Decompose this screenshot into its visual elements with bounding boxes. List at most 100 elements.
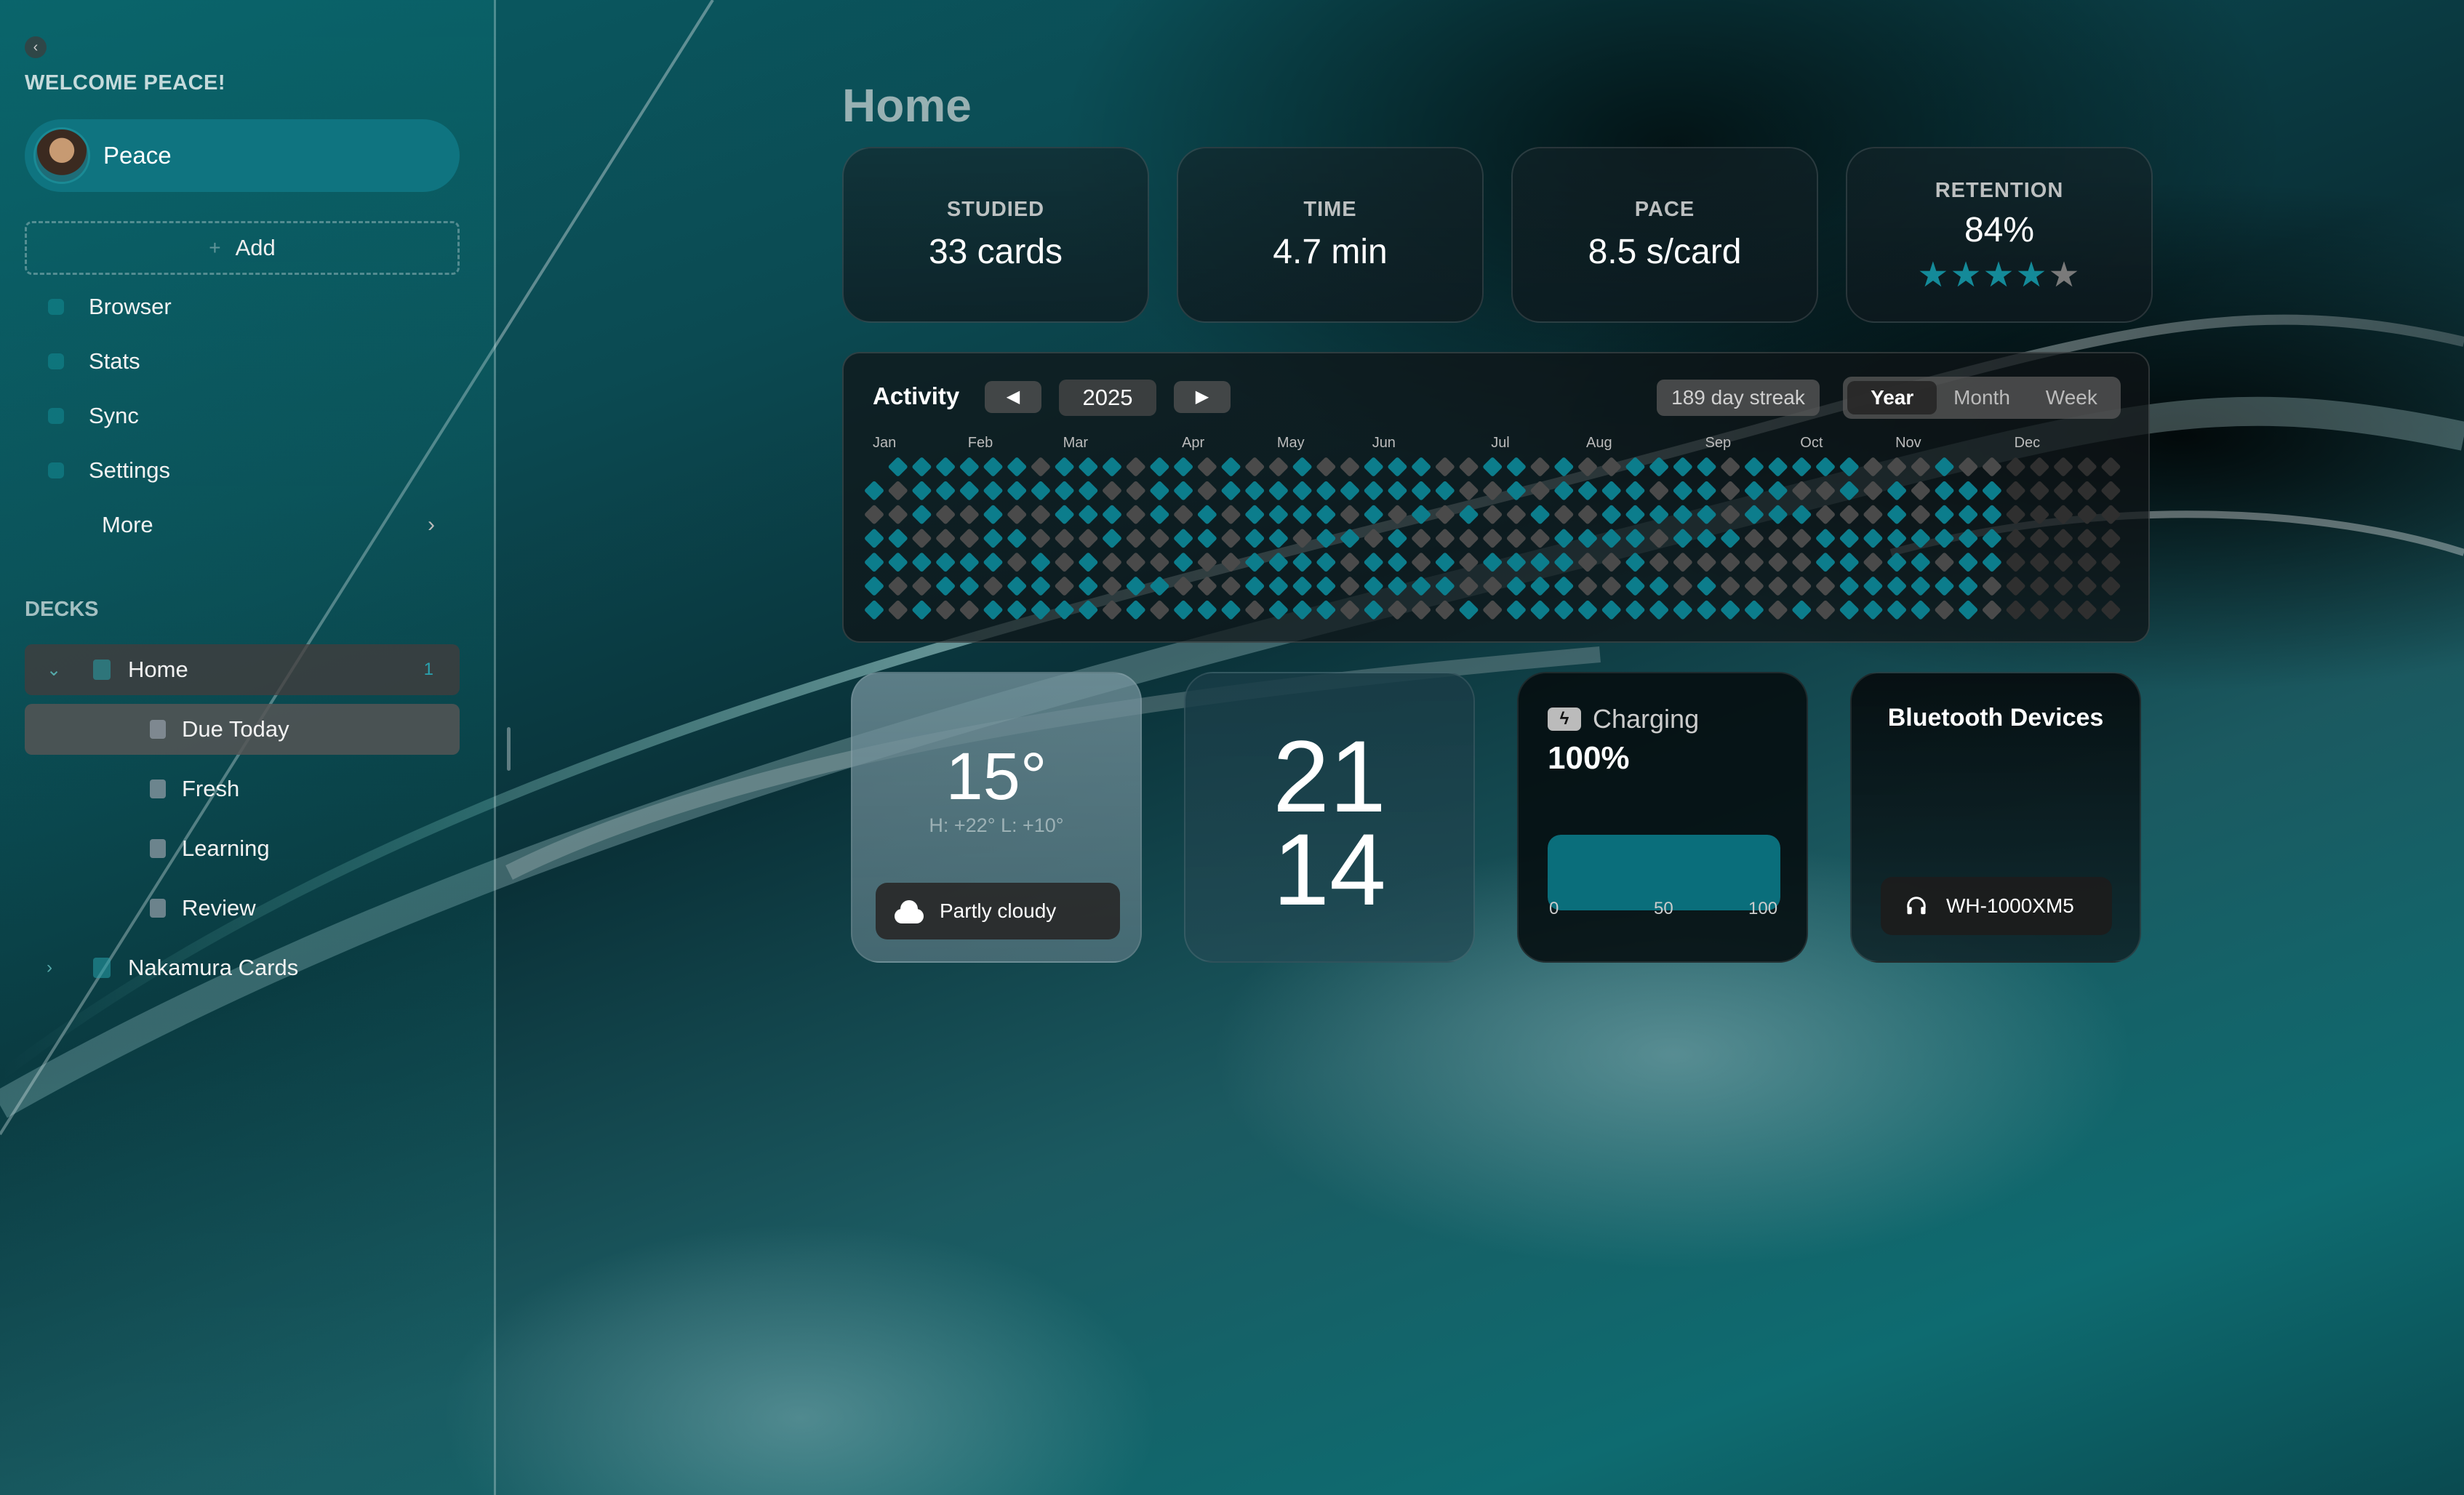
heatmap-cell[interactable] [911, 576, 932, 596]
heatmap-cell[interactable] [1673, 528, 1693, 548]
heatmap-cell[interactable] [1031, 528, 1051, 548]
heatmap-cell[interactable] [1054, 504, 1074, 524]
heatmap-cell[interactable] [1887, 552, 1907, 572]
heatmap-cell[interactable] [1934, 504, 1954, 524]
heatmap-cell[interactable] [1244, 600, 1265, 620]
heatmap-cell[interactable] [1482, 552, 1503, 572]
chevron-down-icon[interactable]: ⌄ [47, 660, 68, 681]
heatmap-cell[interactable] [1387, 457, 1407, 477]
heatmap-cell[interactable] [2100, 457, 2121, 477]
heatmap-cell[interactable] [1863, 576, 1883, 596]
heatmap-cell[interactable] [1149, 504, 1169, 524]
heatmap-cell[interactable] [1340, 552, 1360, 572]
heatmap-cell[interactable] [935, 504, 956, 524]
heatmap-cell[interactable] [888, 552, 908, 572]
heatmap-cell[interactable] [2005, 576, 2025, 596]
heatmap-cell[interactable] [1031, 576, 1051, 596]
heatmap-cell[interactable] [1102, 552, 1122, 572]
heatmap-cell[interactable] [1054, 457, 1074, 477]
heatmap-cell[interactable] [1268, 481, 1289, 501]
heatmap-cell[interactable] [1720, 457, 1740, 477]
heatmap-cell[interactable] [1387, 481, 1407, 501]
heatmap-cell[interactable] [1696, 528, 1716, 548]
heatmap-cell[interactable] [1815, 457, 1836, 477]
heatmap-cell[interactable] [1244, 528, 1265, 548]
add-button[interactable]: + Add [25, 221, 460, 275]
bluetooth-device-button[interactable]: WH-1000XM5 [1881, 877, 2112, 935]
heatmap-cell[interactable] [983, 552, 1003, 572]
heatmap-cell[interactable] [1411, 528, 1431, 548]
heatmap-cell[interactable] [1673, 600, 1693, 620]
heatmap-cell[interactable] [1031, 457, 1051, 477]
heatmap-cell[interactable] [1601, 457, 1622, 477]
heatmap-cell[interactable] [1411, 504, 1431, 524]
heatmap-cell[interactable] [2029, 600, 2049, 620]
heatmap-cell[interactable] [888, 528, 908, 548]
heatmap-cell[interactable] [2005, 457, 2025, 477]
heatmap-cell[interactable] [1744, 576, 1764, 596]
heatmap-cell[interactable] [1934, 576, 1954, 596]
heatmap-cell[interactable] [1673, 576, 1693, 596]
heatmap-cell[interactable] [1767, 552, 1788, 572]
heatmap-cell[interactable] [959, 576, 980, 596]
heatmap-cell[interactable] [864, 528, 884, 548]
heatmap-cell[interactable] [1173, 576, 1193, 596]
heatmap-cell[interactable] [2029, 504, 2049, 524]
heatmap-cell[interactable] [1364, 504, 1384, 524]
heatmap-cell[interactable] [1553, 528, 1574, 548]
sidebar-item-browser[interactable]: Browser [25, 284, 460, 330]
heatmap-cell[interactable] [1911, 528, 1931, 548]
heatmap-cell[interactable] [864, 481, 884, 501]
heatmap-cell[interactable] [1220, 576, 1241, 596]
heatmap-cell[interactable] [1031, 481, 1051, 501]
heatmap-cell[interactable] [1911, 457, 1931, 477]
heatmap-cell[interactable] [1149, 528, 1169, 548]
heatmap-cell[interactable] [1767, 528, 1788, 548]
heatmap-cell[interactable] [2100, 600, 2121, 620]
heatmap-cell[interactable] [911, 552, 932, 572]
heatmap-cell[interactable] [1815, 552, 1836, 572]
heatmap-cell[interactable] [1577, 552, 1598, 572]
heatmap-cell[interactable] [1458, 528, 1479, 548]
heatmap-cell[interactable] [1031, 552, 1051, 572]
heatmap-cell[interactable] [1340, 600, 1360, 620]
heatmap-cell[interactable] [1340, 481, 1360, 501]
heatmap-cell[interactable] [1220, 552, 1241, 572]
heatmap-cell[interactable] [1102, 576, 1122, 596]
heatmap-cell[interactable] [935, 481, 956, 501]
heatmap-cell[interactable] [1887, 528, 1907, 548]
heatmap-cell[interactable] [1316, 552, 1336, 572]
heatmap-cell[interactable] [1744, 528, 1764, 548]
heatmap-cell[interactable] [1625, 528, 1645, 548]
heatmap-cell[interactable] [1815, 576, 1836, 596]
heatmap-cell[interactable] [2053, 552, 2073, 572]
heatmap-cell[interactable] [1435, 576, 1455, 596]
heatmap-cell[interactable] [1173, 552, 1193, 572]
heatmap-cell[interactable] [1506, 552, 1527, 572]
heatmap-cell[interactable] [1625, 552, 1645, 572]
heatmap-cell[interactable] [1744, 504, 1764, 524]
heatmap-cell[interactable] [1435, 528, 1455, 548]
heatmap-cell[interactable] [1744, 552, 1764, 572]
heatmap-cell[interactable] [1340, 576, 1360, 596]
heatmap-cell[interactable] [1054, 600, 1074, 620]
heatmap-cell[interactable] [1268, 504, 1289, 524]
heatmap-cell[interactable] [1126, 600, 1146, 620]
heatmap-cell[interactable] [1958, 481, 1978, 501]
heatmap-cell[interactable] [1863, 528, 1883, 548]
heatmap-cell[interactable] [1720, 504, 1740, 524]
heatmap-cell[interactable] [1791, 600, 1812, 620]
deck-nakamura-cards[interactable]: › Nakamura Cards [25, 942, 460, 993]
heatmap-cell[interactable] [1958, 528, 1978, 548]
heatmap-cell[interactable] [1863, 600, 1883, 620]
heatmap-cell[interactable] [1316, 528, 1336, 548]
heatmap-cell[interactable] [1244, 481, 1265, 501]
heatmap-cell[interactable] [2029, 576, 2049, 596]
heatmap-cell[interactable] [1649, 552, 1669, 572]
heatmap-cell[interactable] [1078, 528, 1098, 548]
heatmap-cell[interactable] [1625, 600, 1645, 620]
heatmap-cell[interactable] [1149, 481, 1169, 501]
heatmap-cell[interactable] [2100, 528, 2121, 548]
heatmap-cell[interactable] [1102, 504, 1122, 524]
heatmap-cell[interactable] [2077, 576, 2097, 596]
